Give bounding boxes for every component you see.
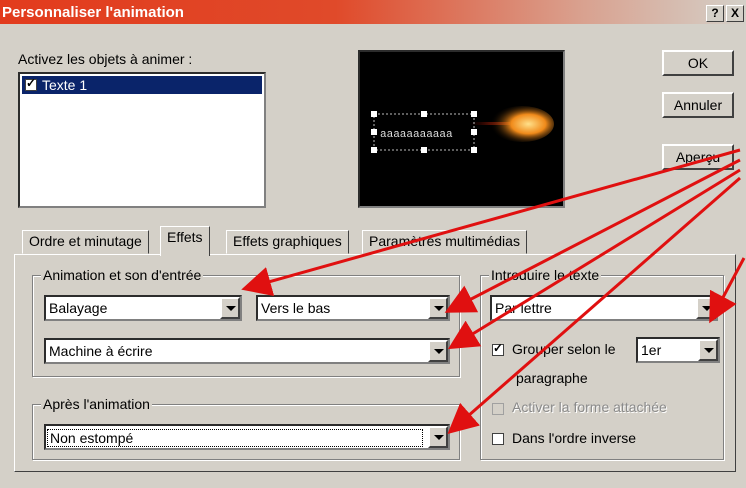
- arrow-to-direction: [444, 158, 741, 313]
- arrow-to-text-mode: [709, 257, 746, 324]
- annotation-arrows: [241, 148, 746, 434]
- tab-effects[interactable]: Effets: [160, 226, 210, 256]
- arrow-to-after: [447, 176, 741, 434]
- arrow-to-sound: [447, 168, 741, 350]
- arrow-to-effect: [241, 148, 741, 296]
